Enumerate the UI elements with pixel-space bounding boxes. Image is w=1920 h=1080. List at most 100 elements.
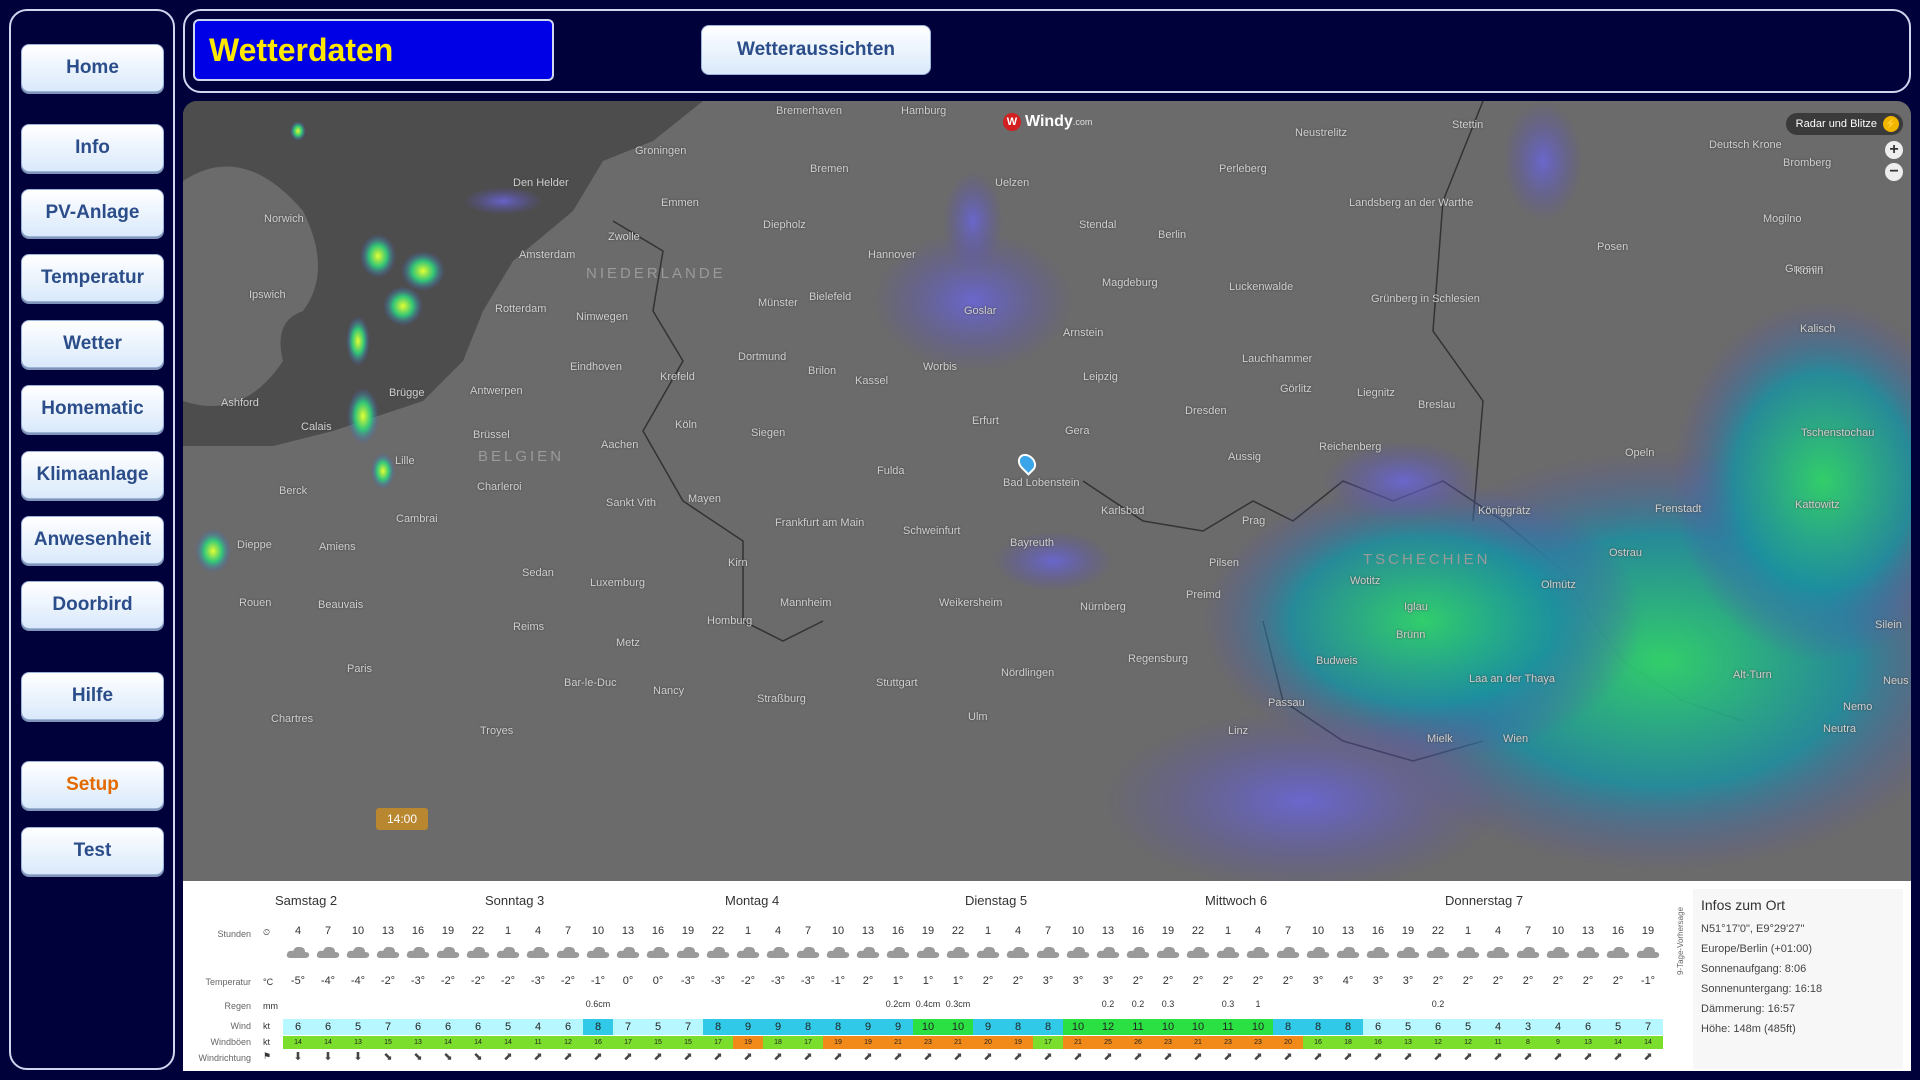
hour-cell: 16 — [1131, 925, 1145, 937]
wind-direction-icon: ⬈ — [503, 1051, 513, 1063]
windy-logo[interactable]: W Windy .com — [1003, 113, 1092, 131]
zoom-out-button[interactable]: − — [1885, 163, 1903, 181]
wind-direction-icon: ⬈ — [743, 1051, 753, 1063]
city-label: Bromberg — [1783, 157, 1832, 169]
forecast-side-label[interactable]: 9-Tage-Vorhersage — [1676, 907, 1685, 975]
gust-cell: 14 — [313, 1036, 343, 1049]
city-label: Stettin — [1452, 119, 1484, 131]
city-label: Uelzen — [995, 177, 1030, 189]
temperature-cell: 2° — [1222, 975, 1234, 987]
temperature-cell: 2° — [1282, 975, 1294, 987]
city-label: Budweis — [1316, 655, 1358, 667]
cloud-icon — [496, 945, 520, 959]
nav-homematic-button[interactable]: Homematic — [21, 385, 164, 433]
wind-cell: 5 — [493, 1019, 523, 1035]
wind-cell: 8 — [1303, 1019, 1333, 1035]
city-label: Münster — [758, 297, 798, 309]
city-label: Erfurt — [972, 415, 999, 427]
hour-cell: 4 — [1014, 925, 1022, 937]
wind-cell: 12 — [1093, 1019, 1123, 1035]
temperature-cell: 3° — [1102, 975, 1114, 987]
nav-pv-button[interactable]: PV-Anlage — [21, 189, 164, 237]
temperature-cell: 2° — [1612, 975, 1624, 987]
weather-radar-map[interactable]: NIEDERLANDE BELGIEN TSCHECHIEN Bremerhav… — [183, 101, 1911, 881]
nav-setup-button[interactable]: Setup — [21, 761, 164, 809]
wind-direction-icon: ⬈ — [1373, 1051, 1383, 1063]
gust-cell: 19 — [1003, 1036, 1033, 1049]
rain-cell: 0.2cm — [885, 999, 911, 1009]
wind-cell: 5 — [1393, 1019, 1423, 1035]
temperature-cell: -5° — [290, 975, 306, 987]
forecast-day-label[interactable]: Montag 4 — [725, 893, 779, 908]
city-label: Alt-Turn — [1733, 669, 1772, 681]
city-label: Lauchhammer — [1242, 353, 1313, 365]
forecast-day-label[interactable]: Sonntag 3 — [485, 893, 544, 908]
city-label: Tschenstochau — [1801, 427, 1875, 439]
wetteraussichten-button[interactable]: Wetteraussichten — [701, 25, 931, 75]
cloud-icon — [916, 945, 940, 959]
nav-info-button[interactable]: Info — [21, 124, 164, 172]
forecast-day-label[interactable]: Donnerstag 7 — [1445, 893, 1523, 908]
location-info-panel: Infos zum Ort N51°17'0", E9°29'27" Europ… — [1693, 889, 1903, 1069]
cloud-icon — [1006, 945, 1030, 959]
hour-cell: 4 — [1254, 925, 1262, 937]
cloud-icon — [1186, 945, 1210, 959]
cloud-icon — [1636, 945, 1660, 959]
nav-test-button[interactable]: Test — [21, 827, 164, 875]
city-label: Nancy — [653, 685, 685, 697]
hour-cell: 7 — [1284, 925, 1292, 937]
city-label: Rouen — [239, 597, 272, 609]
city-label: Linz — [1228, 725, 1249, 737]
wind-cell: 6 — [553, 1019, 583, 1035]
wind-direction-icon: ⬊ — [473, 1051, 483, 1063]
city-label: Grünberg in Schlesien — [1371, 293, 1480, 305]
gust-cell: 14 — [493, 1036, 523, 1049]
wind-direction-icon: ⬇ — [323, 1051, 333, 1063]
city-label: Zwolle — [608, 231, 640, 243]
nav-temperatur-button[interactable]: Temperatur — [21, 254, 164, 302]
city-label: Stuttgart — [876, 677, 918, 689]
city-label: Norwich — [264, 213, 304, 225]
wind-cell: 11 — [1123, 1019, 1153, 1035]
wind-cell: 7 — [373, 1019, 403, 1035]
nav-anwesenheit-button[interactable]: Anwesenheit — [21, 516, 164, 564]
zoom-in-button[interactable]: + — [1885, 141, 1903, 159]
row-label-wind: Wind — [230, 1021, 251, 1031]
wind-cell: 6 — [313, 1019, 343, 1035]
hour-cell: 19 — [681, 925, 695, 937]
temperature-cell: -3° — [530, 975, 546, 987]
city-label: Mogilno — [1763, 213, 1802, 225]
forecast-day-label[interactable]: Mittwoch 6 — [1205, 893, 1267, 908]
temperature-cell: -1° — [830, 975, 846, 987]
nav-wetter-button[interactable]: Wetter — [21, 320, 164, 368]
hour-cell: 10 — [1551, 925, 1565, 937]
wind-direction-icon: ⬈ — [563, 1051, 573, 1063]
nav-doorbird-button[interactable]: Doorbird — [21, 581, 164, 629]
hour-cell: 16 — [1371, 925, 1385, 937]
gust-cell: 26 — [1123, 1036, 1153, 1049]
city-label: Metz — [616, 637, 640, 649]
gust-cell: 17 — [793, 1036, 823, 1049]
rain-cell: 0.2 — [1131, 999, 1145, 1009]
forecast-day-label[interactable]: Samstag 2 — [275, 893, 337, 908]
hour-cell: 16 — [411, 925, 425, 937]
country-label: TSCHECHIEN — [1363, 551, 1491, 568]
wind-direction-icon: ⬈ — [923, 1051, 933, 1063]
forecast-day-label[interactable]: Dienstag 5 — [965, 893, 1027, 908]
wind-cell: 6 — [403, 1019, 433, 1035]
nav-hilfe-button[interactable]: Hilfe — [21, 672, 164, 720]
wind-cell: 8 — [1033, 1019, 1063, 1035]
hour-cell: 10 — [351, 925, 365, 937]
country-label: NIEDERLANDE — [586, 265, 726, 282]
temperature-cell: -1° — [1640, 975, 1656, 987]
nav-home-button[interactable]: Home — [21, 44, 164, 92]
city-label: Paris — [347, 663, 373, 675]
timeline-marker[interactable]: 14:00 — [376, 808, 428, 830]
temperature-cell: 4° — [1342, 975, 1354, 987]
layer-selector-button[interactable]: Radar und Blitze ⚡ — [1785, 113, 1903, 135]
city-label: Mayen — [688, 493, 722, 505]
nav-klimaanlage-button[interactable]: Klimaanlage — [21, 451, 164, 499]
info-dusk: Dämmerung: 16:57 — [1701, 1003, 1796, 1015]
hour-cell: 10 — [1311, 925, 1325, 937]
gust-cell: 21 — [1183, 1036, 1213, 1049]
